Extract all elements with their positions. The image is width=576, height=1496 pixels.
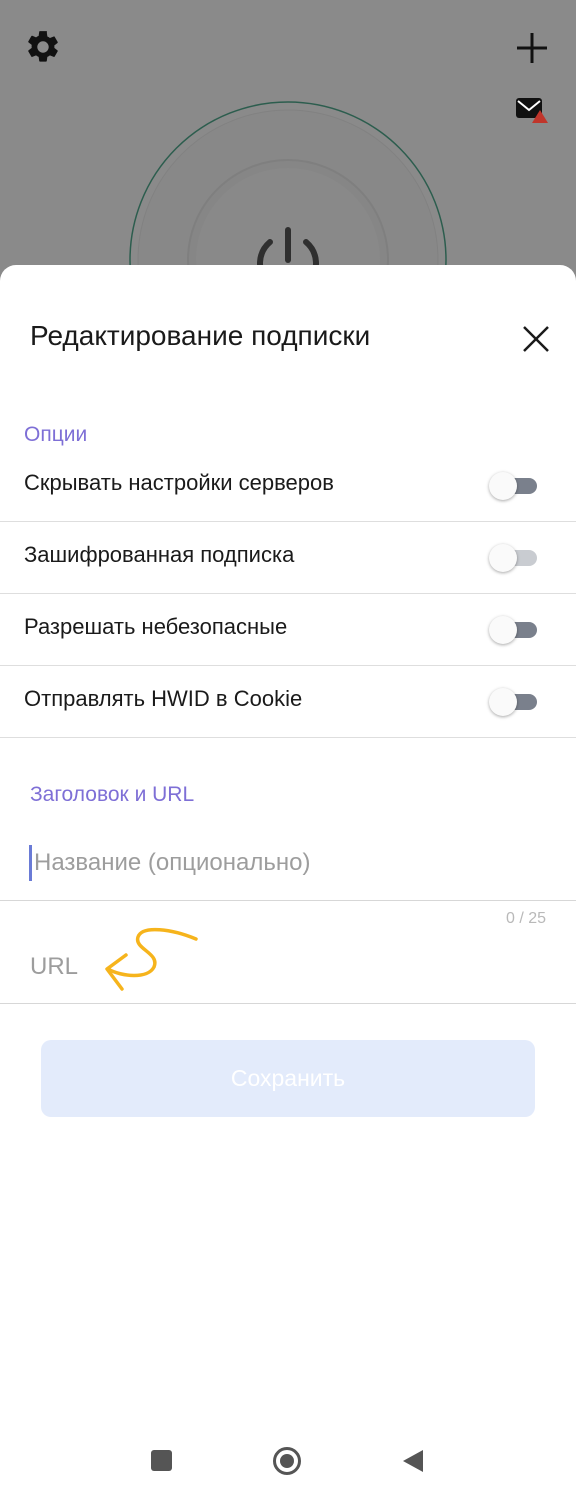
plus-icon[interactable]	[514, 30, 550, 66]
close-icon[interactable]	[516, 319, 556, 359]
sheet-title: Редактирование подписки	[30, 320, 371, 351]
option-row-send-hwid-cookie[interactable]: Отправлять HWID в Cookie	[0, 666, 576, 738]
title-url-section-label: Заголовок и URL	[30, 783, 195, 806]
home-icon[interactable]	[272, 1446, 302, 1476]
gear-icon[interactable]	[24, 28, 62, 66]
option-label: Отправлять HWID в Cookie	[24, 686, 303, 711]
text-cursor	[29, 845, 32, 881]
name-placeholder: Название (опционально)	[34, 849, 311, 876]
annotation-arrow-icon	[105, 927, 198, 991]
url-field[interactable]: URL	[0, 925, 576, 1004]
option-label: Зашифрованная подписка	[24, 542, 295, 567]
url-placeholder: URL	[30, 953, 79, 980]
send-hwid-cookie-toggle[interactable]	[489, 688, 539, 716]
option-label: Скрывать настройки серверов	[24, 470, 334, 495]
modal-scrim[interactable]	[0, 0, 576, 300]
option-row-hide-server-settings[interactable]: Скрывать настройки серверов	[0, 450, 576, 522]
allow-insecure-toggle[interactable]	[489, 616, 539, 644]
system-nav-bar	[0, 1430, 576, 1496]
option-row-encrypted-subscription[interactable]: Зашифрованная подписка	[0, 522, 576, 594]
option-row-allow-insecure[interactable]: Разрешать небезопасные	[0, 594, 576, 666]
name-field[interactable]: Название (опционально)	[0, 825, 576, 901]
back-icon[interactable]	[402, 1449, 424, 1473]
option-label: Разрешать небезопасные	[24, 614, 288, 639]
recents-icon[interactable]	[150, 1449, 173, 1472]
hide-server-settings-toggle[interactable]	[489, 472, 539, 500]
save-button[interactable]: Сохранить	[41, 1040, 535, 1117]
encrypted-subscription-toggle[interactable]	[489, 544, 539, 572]
edit-subscription-sheet: Редактирование подписки Опции Скрывать н…	[0, 265, 576, 1475]
mail-alert-icon[interactable]	[515, 96, 549, 124]
options-section-label: Опции	[24, 423, 88, 446]
